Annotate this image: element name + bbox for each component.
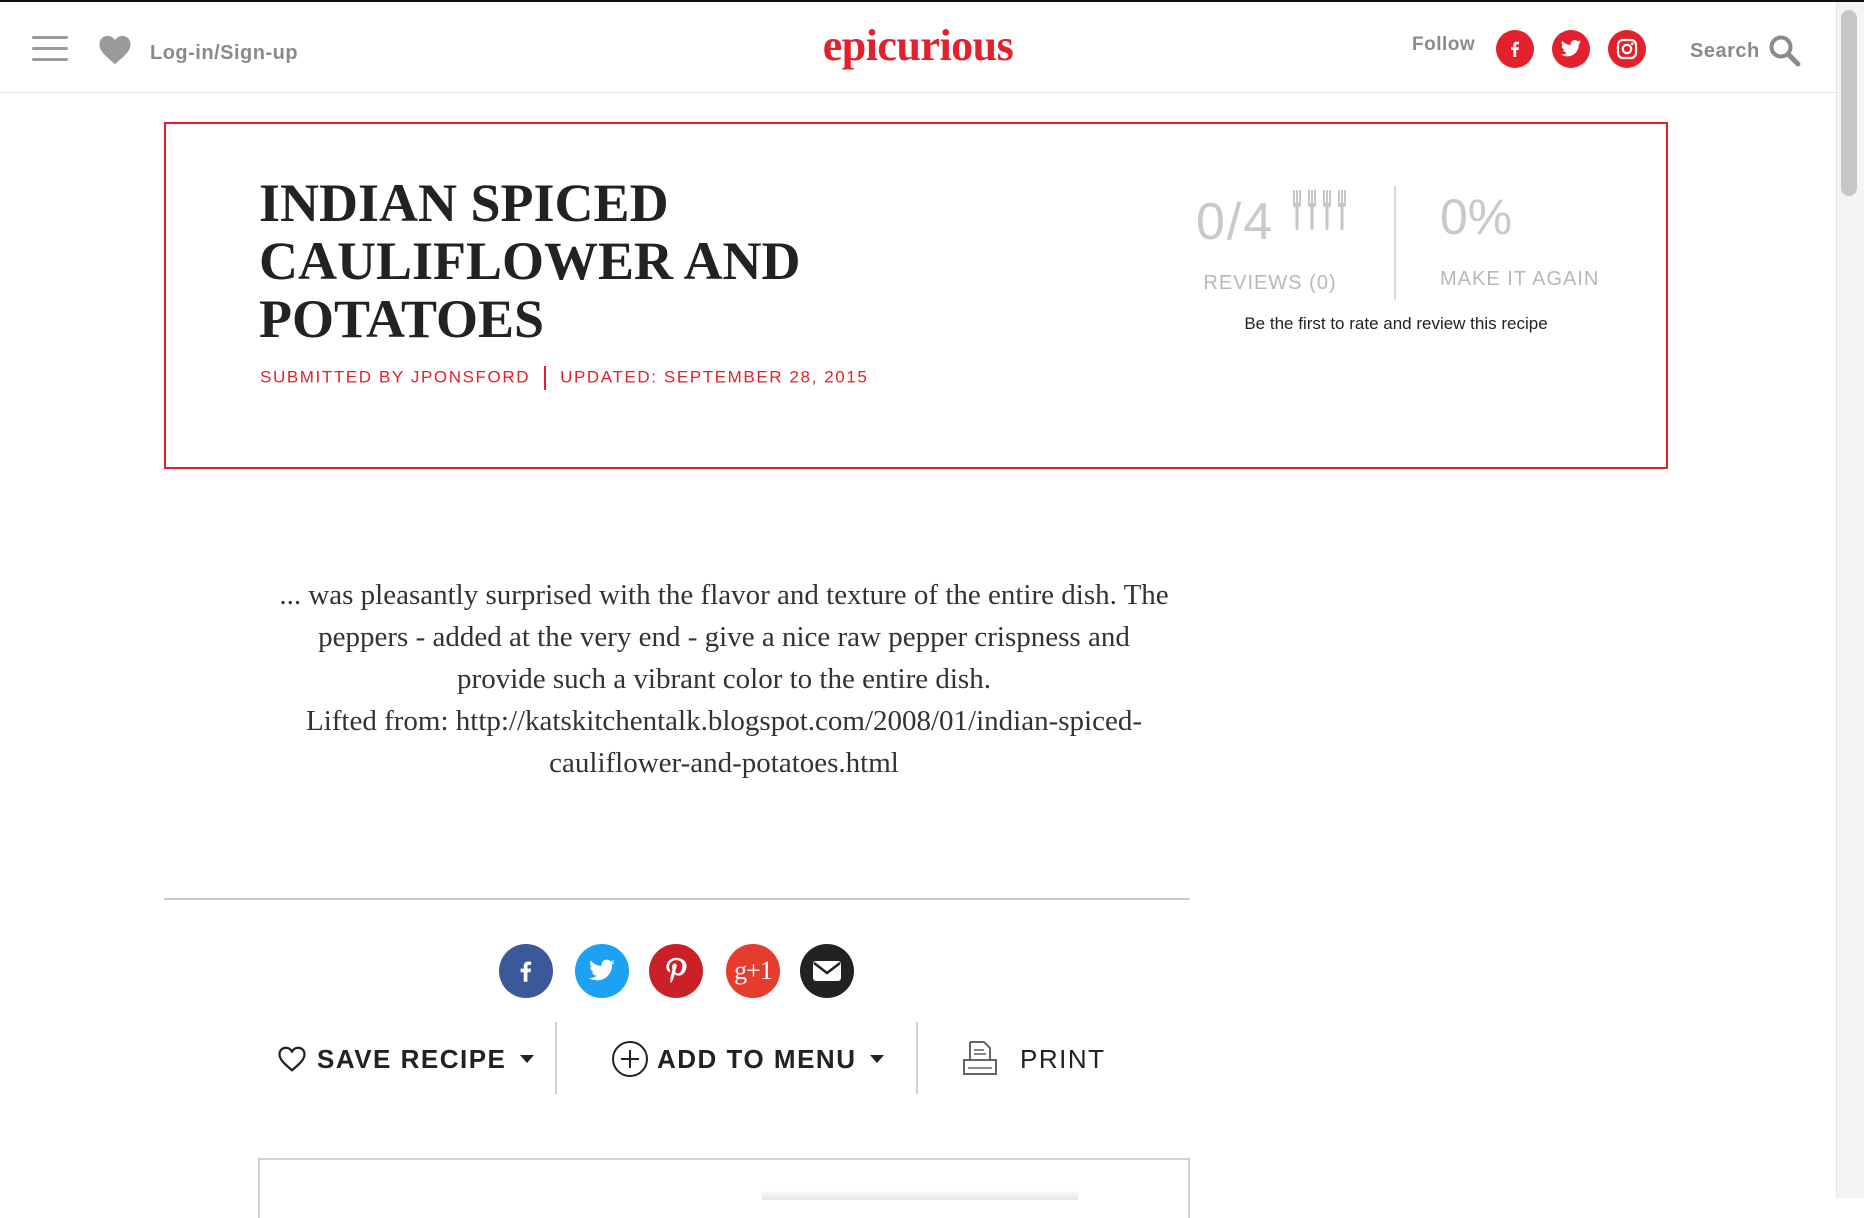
site-header: Log-in/Sign-up epicurious Follow Search [0,2,1836,93]
reviews-link[interactable]: REVIEWS (0) [1160,272,1380,295]
google-plus-label: g+1 [734,956,773,985]
rating-score: 0/4 [1196,193,1275,251]
twitter-icon[interactable] [1552,30,1590,68]
action-divider [916,1022,918,1094]
share-pinterest-icon[interactable] [649,944,703,998]
make-again-label: MAKE IT AGAIN [1440,268,1600,290]
recipe-title: INDIAN SPICED CAULIFLOWER AND POTATOES [259,173,801,349]
instagram-icon[interactable] [1608,30,1646,68]
follow-label: Follow [1412,34,1476,55]
rating-divider [1394,186,1396,300]
save-recipe-label: SAVE RECIPE [317,1043,507,1074]
panel-shadow [762,1190,1078,1200]
byline-divider [544,366,547,390]
share-email-icon[interactable] [800,944,854,998]
chevron-down-icon [520,1055,535,1063]
make-again-percent: 0% [1440,189,1513,245]
description-source: Lifted from: http://katskitchentalk.blog… [305,705,1142,779]
section-divider [164,898,1190,900]
heart-outline-icon [278,1046,306,1072]
print-label: PRINT [1020,1043,1106,1074]
facebook-icon[interactable] [1496,30,1534,68]
chevron-down-icon [870,1055,885,1063]
share-google-plus-icon[interactable]: g+1 [726,944,780,998]
plus-circle-icon [612,1041,648,1077]
recipe-byline: SUBMITTED BY JPONSFORD UPDATED: SEPTEMBER… [260,366,868,390]
recipe-description: ... was pleasantly surprised with the fl… [276,574,1172,784]
scrollbar-thumb[interactable] [1841,10,1857,196]
updated-date: UPDATED: SEPTEMBER 28, 2015 [560,367,869,387]
add-to-menu-button[interactable]: ADD TO MENU [611,1036,885,1082]
action-divider [555,1022,557,1094]
print-icon [963,1041,997,1075]
forks-rating-icon[interactable] [1292,190,1352,246]
add-to-menu-label: ADD TO MENU [657,1043,857,1074]
share-facebook-icon[interactable] [499,944,553,998]
search-label[interactable]: Search [1690,40,1760,63]
save-recipe-button[interactable]: SAVE RECIPE [277,1036,535,1082]
first-review-prompt[interactable]: Be the first to rate and review this rec… [1196,314,1596,334]
description-text: ... was pleasantly surprised with the fl… [279,579,1169,695]
content-panel [258,1158,1190,1218]
share-twitter-icon[interactable] [575,944,629,998]
submitted-by[interactable]: SUBMITTED BY JPONSFORD [260,367,530,386]
search-icon[interactable] [1768,34,1802,68]
print-button[interactable]: PRINT [962,1036,1106,1082]
